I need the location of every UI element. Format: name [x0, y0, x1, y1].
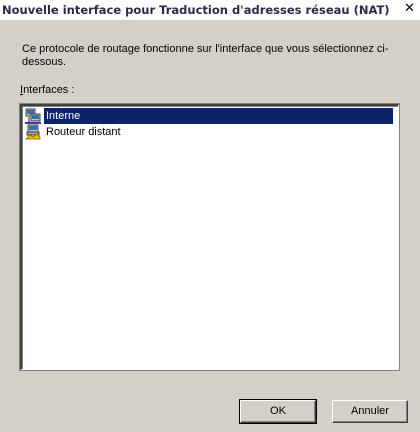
- list-item-label: Routeur distant: [46, 126, 121, 138]
- list-item-interne[interactable]: Interne: [24, 108, 393, 124]
- title-bar[interactable]: Nouvelle interface pour Traduction d'adr…: [0, 0, 420, 20]
- close-icon: ✕: [404, 1, 415, 16]
- close-button[interactable]: ✕: [402, 2, 417, 16]
- list-item-routeur-distant[interactable]: Routeur distant: [24, 124, 393, 140]
- interfaces-label: Interfaces :: [20, 84, 74, 96]
- description-text: Ce protocole de routage fonctionne sur l…: [22, 43, 389, 68]
- ok-button[interactable]: OK: [239, 399, 317, 424]
- cancel-button[interactable]: Annuler: [332, 400, 408, 423]
- list-item-label: Interne: [44, 108, 393, 124]
- lan-network-icon: [25, 108, 41, 124]
- window-title: Nouvelle interface pour Traduction d'adr…: [2, 3, 390, 17]
- demand-dial-router-icon: [25, 124, 41, 140]
- interfaces-listbox[interactable]: Interne Routeur distant: [19, 103, 400, 371]
- nat-interface-dialog: Nouvelle interface pour Traduction d'adr…: [0, 0, 420, 432]
- interfaces-label-text: nterfaces :: [23, 84, 75, 96]
